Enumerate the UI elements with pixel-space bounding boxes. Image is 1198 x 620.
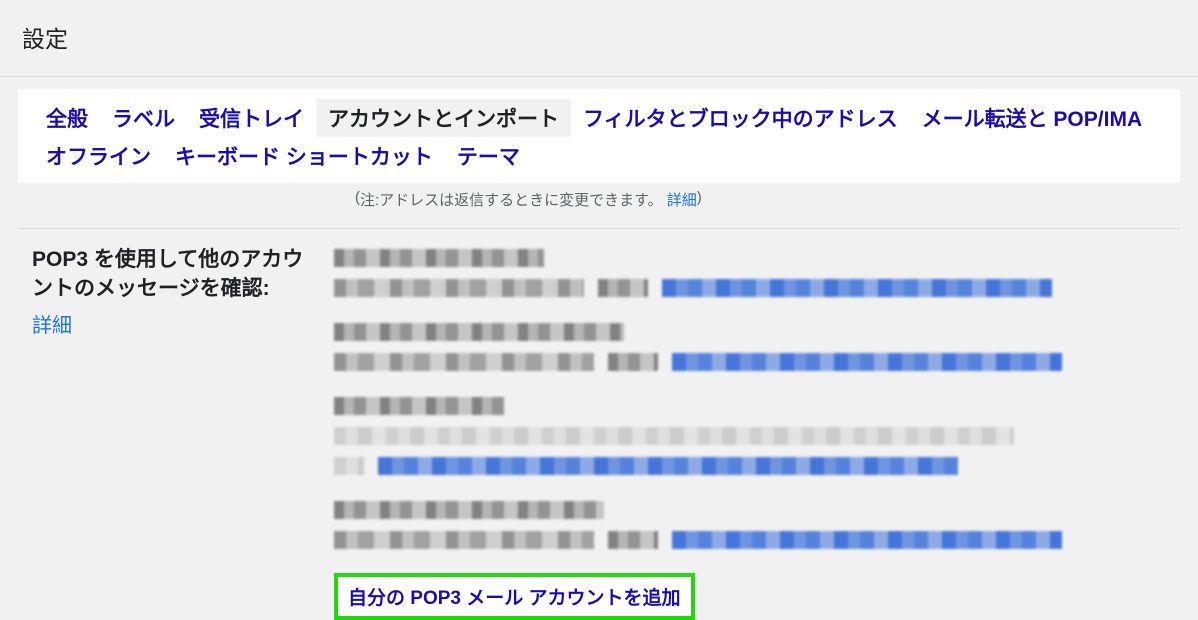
redacted-link[interactable] [378, 457, 958, 475]
redacted-text [334, 323, 624, 341]
tab-accounts-and-import[interactable]: アカウントとインポート [316, 99, 571, 137]
redacted-text [608, 353, 658, 371]
note-close-paren: ) [697, 189, 702, 210]
note-text: アドレスは返信するときに変更できます。 [379, 189, 663, 210]
note-row: ( 注: アドレスは返信するときに変更できます。 詳細 ) [0, 183, 1198, 228]
redacted-text [608, 531, 658, 549]
redacted-text [334, 279, 584, 297]
tab-themes[interactable]: テーマ [445, 137, 532, 175]
tab-inbox[interactable]: 受信トレイ [187, 99, 316, 137]
pop3-section-content: 自分の POP3 メール アカウントを追加 [334, 245, 1180, 620]
pop3-account-row [334, 247, 1180, 299]
tab-general[interactable]: 全般 [34, 99, 100, 137]
pop3-account-row [334, 499, 1180, 551]
note-detail-link[interactable]: 詳細 [667, 189, 697, 210]
tab-keyboard-shortcuts[interactable]: キーボード ショートカット [163, 137, 445, 175]
redacted-text [334, 427, 1014, 445]
tab-offline[interactable]: オフライン [34, 137, 163, 175]
header-divider [0, 76, 1198, 77]
redacted-text [598, 279, 648, 297]
redacted-link[interactable] [662, 279, 1052, 297]
redacted-text [334, 457, 364, 475]
pop3-account-row [334, 395, 1180, 477]
redacted-text [334, 531, 594, 549]
redacted-text [334, 397, 504, 415]
tab-filters-and-blocked[interactable]: フィルタとブロック中のアドレス [571, 99, 910, 137]
add-pop3-account-button[interactable]: 自分の POP3 メール アカウントを追加 [334, 573, 695, 620]
redacted-text [334, 353, 594, 371]
pop3-section: POP3 を使用して他のアカウントのメッセージを確認: 詳細 [18, 228, 1180, 620]
settings-tabs: 全般 ラベル 受信トレイ アカウントとインポート フィルタとブロック中のアドレス… [18, 89, 1180, 183]
pop3-section-label: POP3 を使用して他のアカウントのメッセージを確認: [32, 248, 303, 300]
tab-labels[interactable]: ラベル [100, 99, 187, 137]
redacted-text [334, 249, 544, 267]
redacted-text [334, 501, 604, 519]
note-prefix: 注: [360, 189, 379, 210]
redacted-link[interactable] [672, 531, 1062, 549]
pop3-account-row [334, 321, 1180, 373]
page-title: 設定 [22, 20, 1176, 54]
tab-forwarding-pop-imap[interactable]: メール転送と POP/IMA [910, 99, 1155, 137]
redacted-link[interactable] [672, 353, 1062, 371]
pop3-detail-link[interactable]: 詳細 [32, 312, 314, 340]
